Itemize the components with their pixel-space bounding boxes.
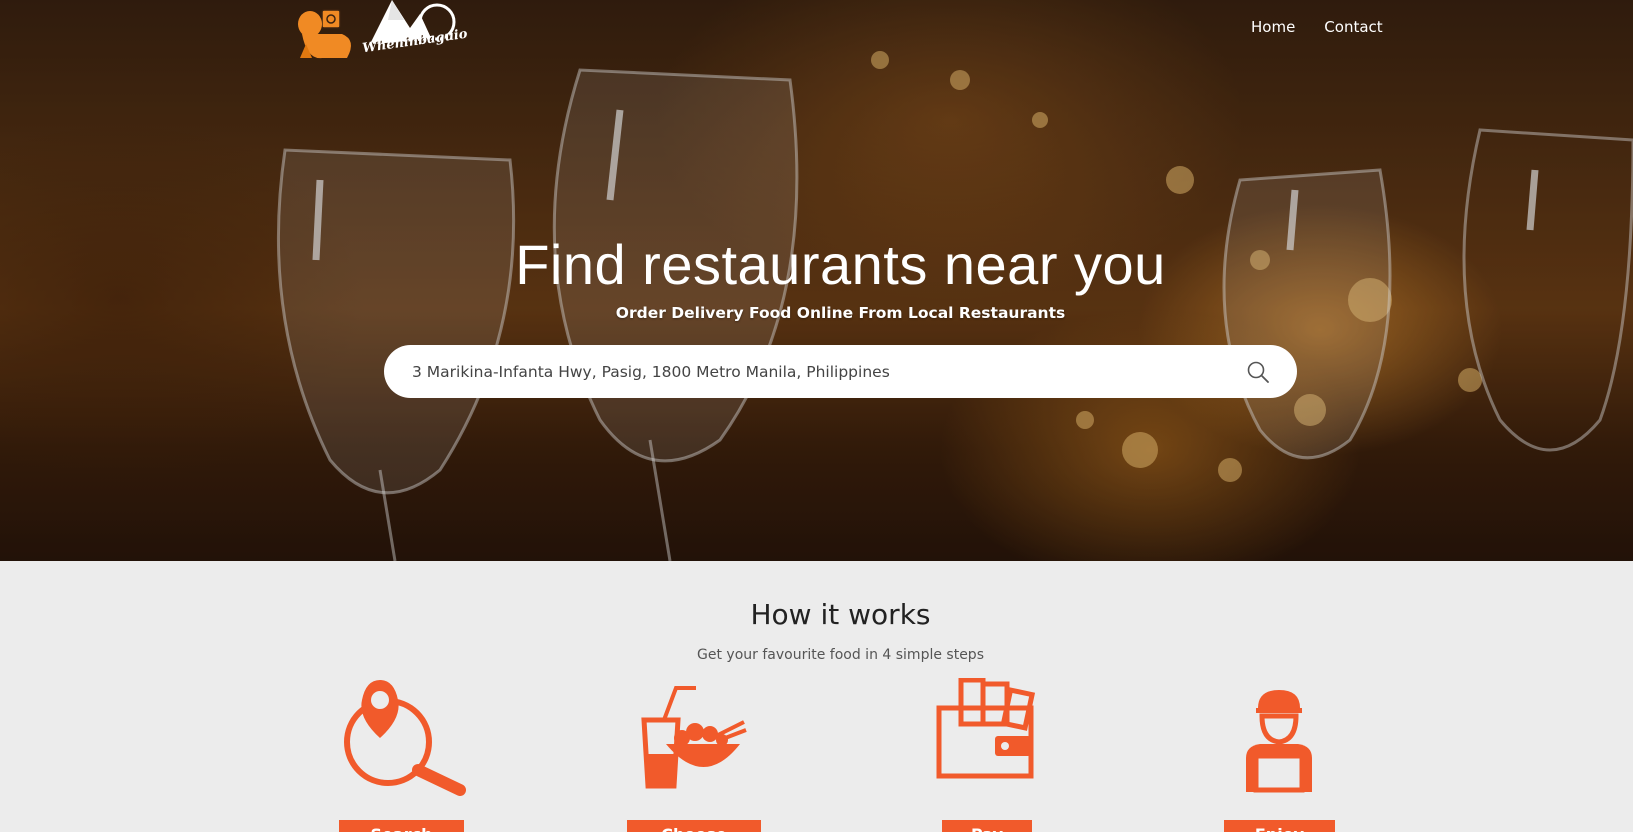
- hero-subtitle: Order Delivery Food Online From Local Re…: [615, 304, 1066, 322]
- how-it-works-title: How it works: [750, 598, 931, 631]
- hero-title: Find restaurants near you: [515, 233, 1166, 296]
- step-choose-button[interactable]: Choose: [627, 820, 761, 832]
- site-logo[interactable]: Wheninbaguio: [292, 0, 468, 64]
- step-enjoy-button[interactable]: Enjoy: [1224, 820, 1335, 832]
- delivery-man-icon: [1246, 690, 1312, 793]
- address-search-input[interactable]: [412, 345, 1192, 398]
- step-search-button[interactable]: Search: [339, 820, 464, 832]
- address-search-bar: [384, 345, 1297, 398]
- wallet-icon: [936, 678, 1036, 779]
- how-it-works-subtitle: Get your favourite food in 4 simple step…: [697, 647, 984, 663]
- hero-section: Wheninbaguio Home Contact Find restauran…: [0, 0, 1633, 561]
- main-nav: Home Contact: [1251, 18, 1383, 36]
- food-drink-icon: [641, 686, 747, 789]
- nav-contact-link[interactable]: Contact: [1324, 18, 1382, 36]
- step-pay-button[interactable]: Pay: [942, 820, 1032, 832]
- location-search-icon: [344, 680, 466, 796]
- search-icon[interactable]: [1246, 360, 1270, 384]
- nav-home-link[interactable]: Home: [1251, 18, 1295, 36]
